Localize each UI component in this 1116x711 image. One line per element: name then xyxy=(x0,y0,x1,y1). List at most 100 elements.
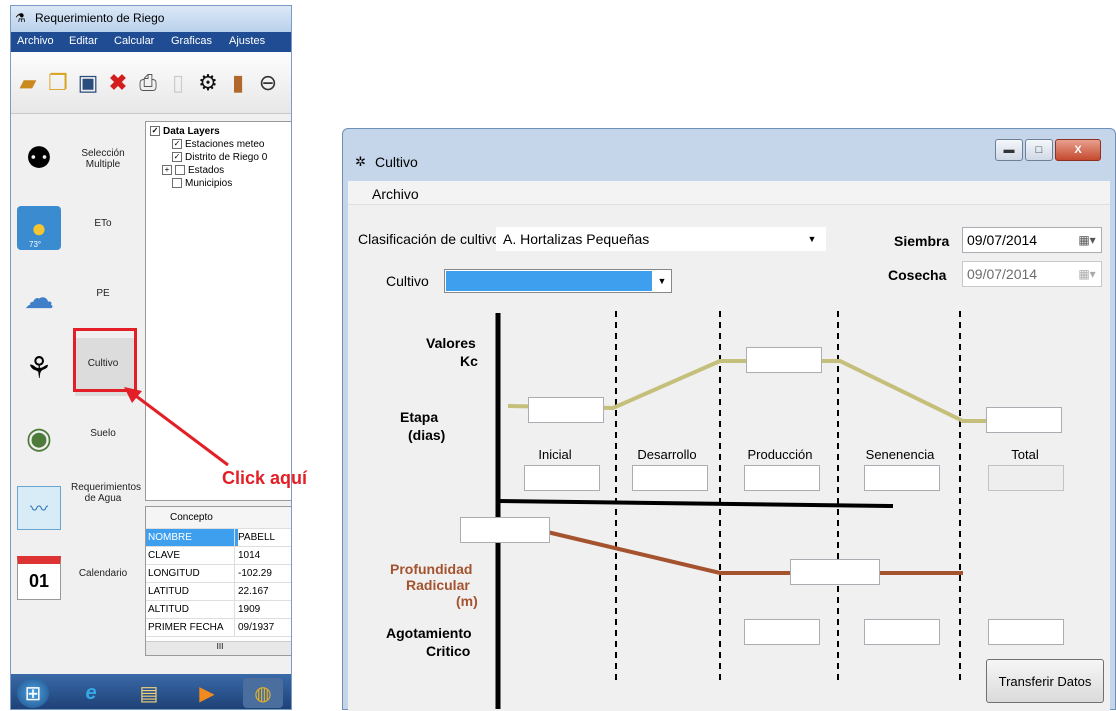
table-row[interactable]: LATITUD 22.167 xyxy=(146,583,291,601)
sidebar-item-requerimientos[interactable]: 〰 Requerimientos de Agua xyxy=(15,476,142,546)
water-chart-icon: 〰 xyxy=(17,486,61,530)
expand-icon[interactable]: + xyxy=(162,165,172,176)
prof-label-2: Radicular xyxy=(406,577,470,593)
table-row[interactable]: ALTITUD 1909 xyxy=(146,601,291,619)
calendar-dropdown-icon: ▦▾ xyxy=(1078,267,1096,281)
clasificacion-value: A. Hortalizas Pequeñas xyxy=(503,231,650,247)
sidebar-label: PE xyxy=(96,288,110,299)
kc-produccion-input[interactable] xyxy=(746,347,822,373)
cosecha-label: Cosecha xyxy=(888,267,947,283)
layer-root[interactable]: ✓ Data Layers xyxy=(150,126,220,137)
start-button-icon[interactable]: ⊞ xyxy=(17,678,49,708)
exit-door-icon[interactable]: ▮ xyxy=(225,70,251,96)
root-depth-max-input[interactable] xyxy=(790,559,880,585)
kc-final-input[interactable] xyxy=(986,407,1062,433)
agot-total-input[interactable] xyxy=(988,619,1064,645)
dias-produccion-input[interactable] xyxy=(744,465,820,491)
report-icon[interactable]: ▯ xyxy=(165,70,191,96)
table-row[interactable]: PRIMER FECHA 09/1937 xyxy=(146,619,291,637)
calendar-dropdown-icon[interactable]: ▦▾ xyxy=(1075,230,1099,250)
requerimiento-riego-window: ⚗ Requerimiento de Riego Archivo Editar … xyxy=(10,5,292,710)
sidebar-item-eto[interactable]: ● 73° ETo xyxy=(15,196,139,266)
kc-inicial-input[interactable] xyxy=(528,397,604,423)
media-player-icon[interactable]: ▶ xyxy=(187,678,227,708)
save-icon[interactable]: ▣ xyxy=(75,70,101,96)
dias-desarrollo-input[interactable] xyxy=(632,465,708,491)
table-row[interactable]: NOMBRE PABELL xyxy=(146,529,291,547)
layer-item[interactable]: Municipios xyxy=(172,178,232,189)
print-icon[interactable]: ⎙ xyxy=(135,70,161,96)
menu-archivo[interactable]: Archivo xyxy=(17,35,54,47)
menu-calcular[interactable]: Calcular xyxy=(114,35,154,47)
root-depth-initial-input[interactable] xyxy=(460,517,550,543)
stage-inicial-label: Inicial xyxy=(538,447,572,462)
etapa-dias-label: (dias) xyxy=(408,427,446,443)
transferir-datos-button[interactable]: Transferir Datos xyxy=(986,659,1104,703)
maximize-button[interactable]: □ xyxy=(1025,139,1053,161)
agot-label-1: Agotamiento xyxy=(386,625,472,641)
checkbox-icon[interactable] xyxy=(175,165,185,176)
clasificacion-combo[interactable]: A. Hortalizas Pequeñas ▼ xyxy=(496,227,826,251)
stage-produccion-label: Producción xyxy=(747,447,813,462)
dias-inicial-input[interactable] xyxy=(524,465,600,491)
stage-senenencia-label: Senenencia xyxy=(865,447,935,462)
prof-label-3: (m) xyxy=(456,593,478,609)
minimize-button[interactable]: ▬ xyxy=(995,139,1023,161)
menu-editar[interactable]: Editar xyxy=(69,35,98,47)
left-menubar: Archivo Editar Calcular Graficas Ajustes xyxy=(11,32,291,52)
windows-taskbar: ⊞ e ▤ ▶ ◍ xyxy=(11,674,291,709)
horizontal-scrollbar[interactable]: III xyxy=(146,641,291,655)
calendar-icon: 01 xyxy=(17,556,61,600)
sidebar-label: Requerimientos de Agua xyxy=(71,482,142,504)
column-header: Concepto xyxy=(170,512,213,523)
stage-desarrollo-label: Desarrollo xyxy=(637,447,697,462)
layer-item[interactable]: + Estados xyxy=(162,165,224,176)
chrome-icon[interactable]: ◍ xyxy=(243,678,283,708)
menu-graficas[interactable]: Graficas xyxy=(171,35,212,47)
layer-item[interactable]: ✓ Estaciones meteo xyxy=(172,139,265,150)
agot-produccion-input[interactable] xyxy=(744,619,820,645)
checkbox-icon[interactable]: ✓ xyxy=(172,139,182,150)
table-row[interactable]: CLAVE 1014 xyxy=(146,547,291,565)
siembra-label: Siembra xyxy=(894,233,950,249)
siembra-date-picker[interactable]: 09/07/2014 ▦▾ xyxy=(962,227,1102,253)
table-row[interactable]: LONGITUD -102.29 xyxy=(146,565,291,583)
new-project-icon[interactable]: ▰ xyxy=(15,70,41,96)
kc-label-kc: Kc xyxy=(460,353,478,369)
cultivo-client-area: Archivo Clasificación de cultivo A. Hort… xyxy=(348,181,1110,711)
layer-item[interactable]: ✓ Distrito de Riego 0 xyxy=(172,152,267,163)
open-folder-icon[interactable]: ❐ xyxy=(45,70,71,96)
sidebar-label: Calendario xyxy=(78,568,128,579)
dias-senenencia-input[interactable] xyxy=(864,465,940,491)
table-header: Concepto xyxy=(146,507,291,529)
close-button[interactable]: X xyxy=(1055,139,1101,161)
menu-ajustes[interactable]: Ajustes xyxy=(229,35,265,47)
sidebar-item-seleccion[interactable]: ⚉ Selección Multiple xyxy=(15,126,139,196)
siembra-date-value: 09/07/2014 xyxy=(967,232,1038,248)
checkbox-icon[interactable] xyxy=(172,178,182,189)
chevron-down-icon: ▼ xyxy=(807,234,817,244)
app-logo-icon: ⚗ xyxy=(15,11,26,25)
plant-icon: ⚘ xyxy=(25,351,53,385)
etapa-label: Etapa xyxy=(400,409,439,425)
cultivo-callout-box xyxy=(73,328,137,392)
cultivo-selection xyxy=(446,271,652,291)
sidebar-item-pe[interactable]: ☁ PE xyxy=(15,266,139,336)
file-explorer-icon[interactable]: ▤ xyxy=(129,678,169,708)
internet-explorer-icon[interactable]: e xyxy=(71,678,111,708)
cultivo-titlebar: ✲ Cultivo ▬ □ X xyxy=(343,129,1115,181)
multi-select-icon: ⚉ xyxy=(25,141,53,175)
sidebar-item-calendario[interactable]: 01 Calendario xyxy=(15,546,139,616)
kc-label-valores: Valores xyxy=(426,335,476,351)
checkbox-icon[interactable]: ✓ xyxy=(150,126,160,137)
delete-icon[interactable]: ✖ xyxy=(105,70,131,96)
calendar-day: 01 xyxy=(28,571,50,591)
cultivo-combo[interactable]: ▼ xyxy=(444,269,672,293)
checkbox-icon[interactable]: ✓ xyxy=(172,152,182,163)
gear-icon[interactable]: ⚙ xyxy=(195,70,221,96)
agot-senenencia-input[interactable] xyxy=(864,619,940,645)
rain-cloud-icon: ☁ xyxy=(24,281,54,315)
left-toolbar: ▰ ❐ ▣ ✖ ⎙ ▯ ⚙ ▮ ⊖ xyxy=(11,52,291,114)
zoom-out-icon[interactable]: ⊖ xyxy=(255,70,281,96)
left-titlebar: ⚗ Requerimiento de Riego xyxy=(11,6,291,32)
